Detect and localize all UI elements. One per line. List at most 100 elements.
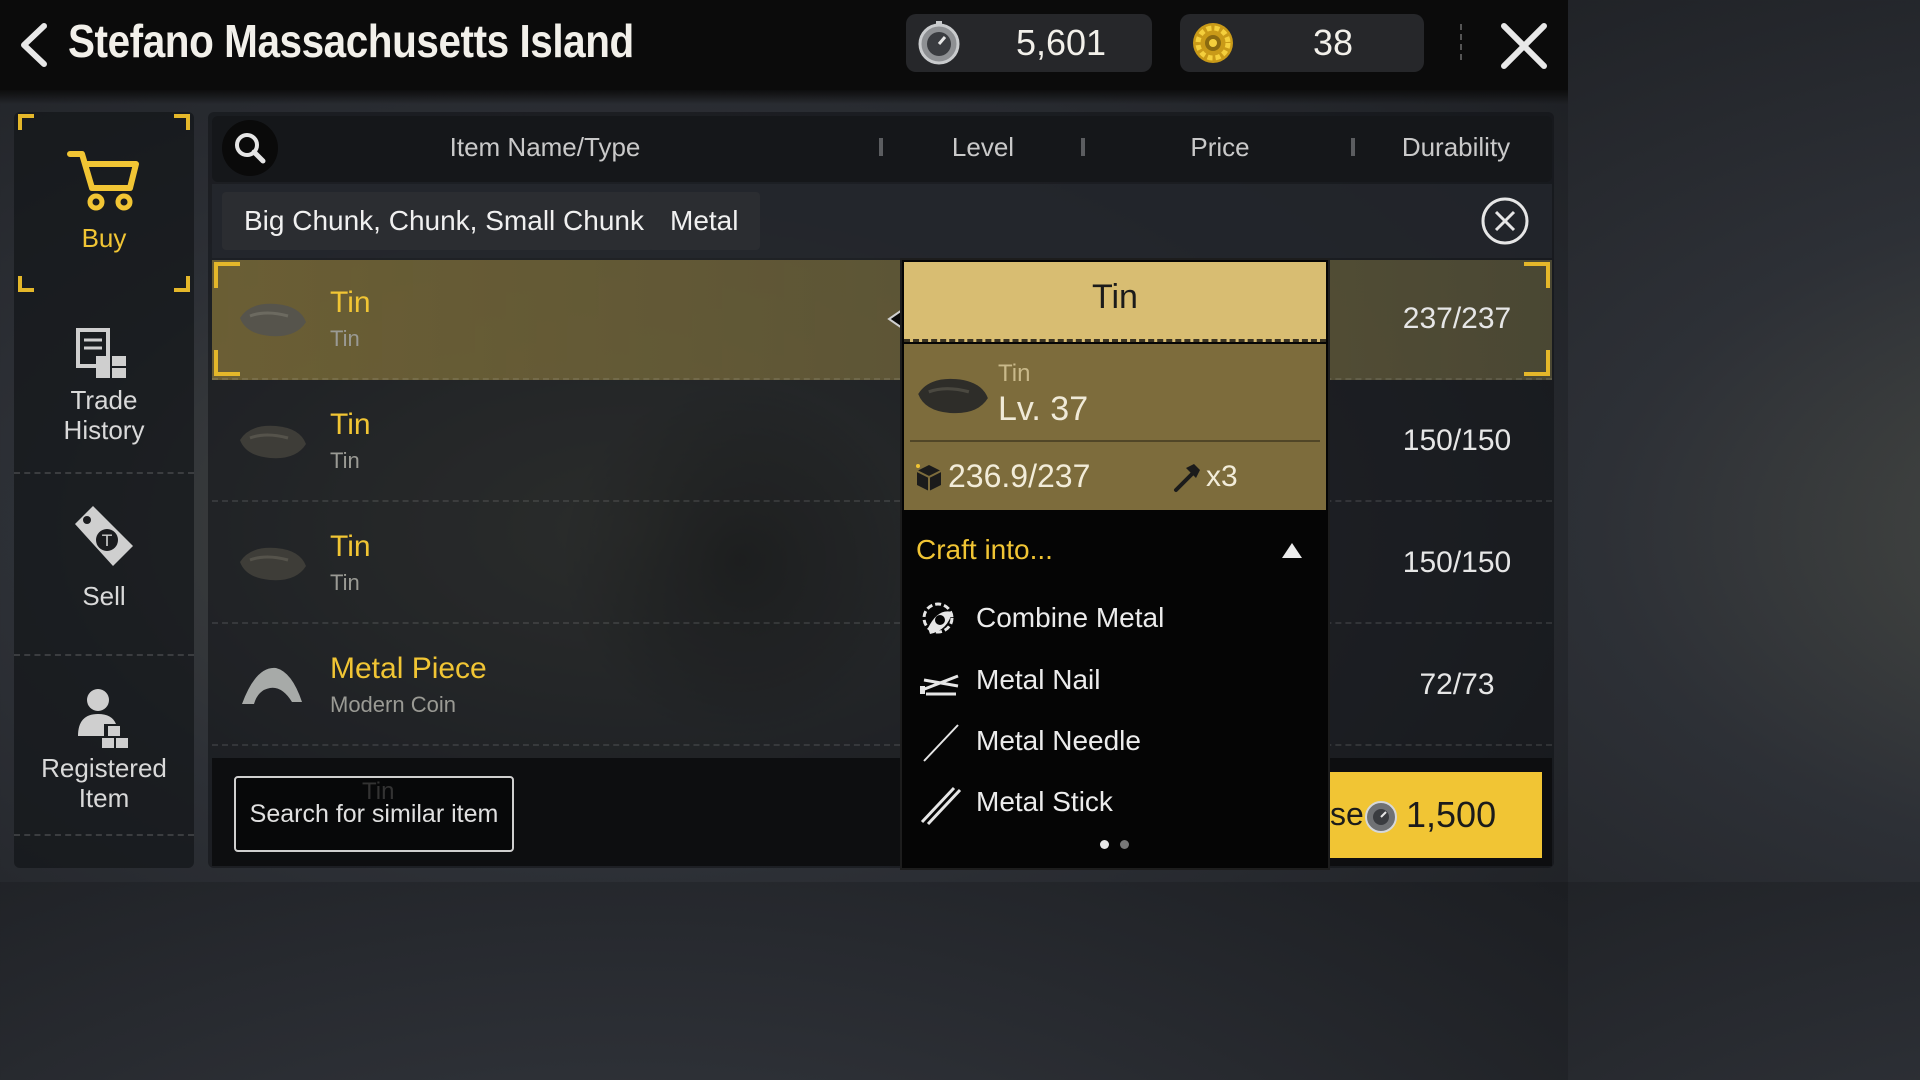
nav-divider [14, 654, 194, 656]
selection-corner [18, 276, 34, 292]
filter-chip-size[interactable]: Big Chunk, Chunk, Small Chunk [222, 192, 666, 250]
nav-trade-history-label-1: Trade [70, 385, 138, 415]
purchase-label-partial: se [1330, 796, 1364, 832]
search-similar-button[interactable]: Search for similar item [234, 776, 514, 852]
secondary-currency-value: 38 [1312, 22, 1354, 63]
nav-sell-label: Sell [82, 581, 126, 611]
close-button[interactable] [1496, 18, 1552, 74]
item-name: Tin [330, 286, 371, 319]
header-divider [1460, 24, 1462, 60]
nav-trade-history-label-2: History [63, 415, 145, 445]
nav-registered-item[interactable]: Registered Item [14, 686, 194, 826]
item-durability: 150/150 [1402, 546, 1512, 579]
item-type: Modern Coin [330, 692, 456, 717]
selection-corner [214, 350, 240, 376]
secondary-currency: 38 [1180, 14, 1424, 72]
tooltip-craft-count: x3 [1206, 460, 1238, 493]
search-icon [235, 133, 266, 164]
table-row[interactable]: Tin Tin 150/150 [212, 504, 1552, 624]
column-header-name[interactable]: Item Name/Type [400, 132, 690, 163]
primary-currency-value: 5,601 [1015, 22, 1107, 63]
stopwatch-coin-icon [1365, 801, 1397, 833]
column-separator [1081, 138, 1085, 156]
purchase-button[interactable]: se 1,500 [1330, 772, 1542, 858]
nav-registered-label-2: Item [78, 783, 130, 813]
table-row[interactable]: Tin Tin 237/237 [212, 260, 1552, 380]
metal-stick-icon [920, 786, 962, 826]
craft-option-label: Combine Metal [976, 602, 1165, 633]
nav-sell[interactable]: T Sell [14, 502, 194, 632]
chevron-left-icon [21, 23, 47, 67]
hammer-icon [1174, 464, 1200, 492]
item-name: Metal Piece [330, 652, 487, 685]
nav-registered-label-1: Registered [41, 753, 167, 783]
tooltip-title: Tin [1092, 278, 1138, 316]
nails-icon [920, 674, 959, 696]
needle-icon [923, 724, 959, 762]
primary-currency: 5,601 [906, 14, 1152, 72]
column-separator [879, 138, 883, 156]
cart-icon [67, 151, 139, 211]
craft-option-metal-nail[interactable]: Metal Nail [914, 654, 1314, 708]
combine-metal-icon [922, 602, 954, 634]
svg-text:T: T [101, 531, 112, 550]
page-indicator-dot-active[interactable] [1100, 840, 1109, 849]
durability-box-icon [916, 464, 942, 491]
collapse-triangle-icon[interactable] [1280, 540, 1304, 560]
tin-chunk-icon [240, 425, 306, 459]
left-nav: Buy Trade History T Sell Registered Item [14, 112, 194, 868]
search-button[interactable] [222, 120, 278, 176]
nav-divider [14, 472, 194, 474]
close-circle-icon [1481, 197, 1529, 245]
nav-divider [14, 834, 194, 836]
stopwatch-coin-icon [918, 21, 960, 65]
item-type: Tin [330, 448, 360, 473]
page-indicator-dot[interactable] [1120, 840, 1129, 849]
item-durability: 72/73 [1419, 668, 1495, 701]
nav-trade-history[interactable]: Trade History [14, 328, 194, 458]
tooltip-item-level: Lv. 37 [998, 390, 1089, 428]
selection-corner [1524, 262, 1550, 288]
craft-into-header[interactable]: Craft into... [916, 534, 1053, 566]
selection-corner [174, 276, 190, 292]
tooltip-durability: 236.9/237 [948, 458, 1091, 494]
tooltip-item-type: Tin [998, 360, 1031, 387]
island-title: Stefano Massachusetts Island [68, 15, 634, 67]
selection-corner [174, 114, 190, 130]
back-button[interactable] [14, 20, 54, 70]
craft-option-label: Metal Stick [976, 786, 1113, 817]
table-row[interactable]: Metal Piece Modern Coin 72/73 [212, 626, 1552, 746]
filter-chip-type[interactable]: Metal [648, 192, 761, 250]
user-crates-icon [78, 689, 128, 748]
tooltip-divider [910, 440, 1320, 442]
item-durability: 237/237 [1402, 302, 1512, 335]
price-tag-icon: T [75, 506, 133, 566]
craft-option-combine-metal[interactable]: Combine Metal [914, 592, 1314, 646]
clear-filter-button[interactable] [1480, 196, 1530, 246]
selection-corner [214, 262, 240, 288]
craft-option-metal-stick[interactable]: Metal Stick [914, 776, 1314, 830]
craft-option-label: Metal Nail [976, 664, 1101, 695]
item-type: Tin [330, 326, 360, 351]
column-header-price[interactable]: Price [1150, 132, 1290, 163]
tin-chunk-icon [240, 547, 306, 581]
table-row[interactable]: Tin Tin 150/150 [212, 382, 1552, 502]
nav-buy[interactable]: Buy [14, 112, 194, 292]
item-name: Tin [330, 530, 371, 563]
column-header-durability[interactable]: Durability [1390, 132, 1522, 163]
craft-option-label: Metal Needle [976, 725, 1141, 756]
metal-piece-icon [242, 667, 302, 704]
tin-chunk-icon [240, 303, 306, 337]
close-icon [1501, 23, 1547, 69]
selection-corner [18, 114, 34, 130]
craft-option-metal-needle[interactable]: Metal Needle [914, 715, 1314, 769]
tin-chunk-icon [918, 378, 988, 414]
selection-corner [1524, 350, 1550, 376]
item-durability: 150/150 [1402, 424, 1512, 457]
ledger-icon [76, 328, 126, 378]
item-type: Tin [330, 570, 360, 595]
torn-edge [0, 82, 1568, 104]
gear-coin-icon [1193, 23, 1233, 63]
column-header-level[interactable]: Level [920, 132, 1046, 163]
purchase-price: 1,500 [1406, 794, 1497, 835]
